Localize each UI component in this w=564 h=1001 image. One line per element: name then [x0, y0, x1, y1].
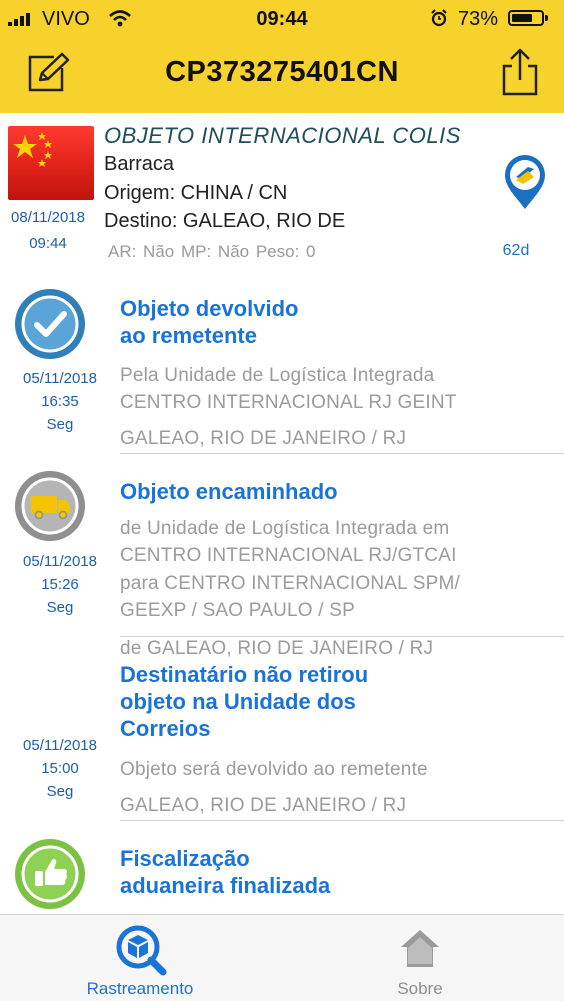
event-1-title-line2: ao remetente — [120, 323, 257, 348]
event-2-weekday: Seg — [46, 599, 74, 616]
event-2-time: 15:26 — [41, 576, 79, 593]
tab-rastreamento[interactable]: Rastreamento — [60, 915, 220, 1001]
tab-sobre[interactable]: Sobre — [340, 915, 500, 1001]
event-2-location: de GALEAO, RIO DE JANEIRO / RJ — [120, 638, 434, 659]
shipment-date: 08/11/2018 — [11, 209, 85, 226]
check-circle-icon — [15, 289, 85, 359]
event-4-title-line2: aduaneira finalizada — [120, 873, 331, 898]
event-3-time: 15:00 — [41, 760, 79, 777]
destination-label: Destino: GALEAO, RIO DE — [104, 210, 346, 232]
event-1-title-line1: Objeto devolvido — [120, 296, 299, 321]
event-3-detail: Objeto será devolvido ao remetente — [120, 759, 428, 780]
event-2-detail: de Unidade de Logística Integrada em — [120, 518, 450, 539]
event-3-location: GALEAO, RIO DE JANEIRO / RJ — [120, 795, 407, 816]
alarm-icon — [431, 9, 447, 27]
event-2-title: Objeto encaminhado — [120, 479, 338, 504]
event-1-detail: CENTRO INTERNACIONAL RJ GEINT — [120, 392, 457, 413]
shipment-time: 09:44 — [29, 235, 67, 252]
battery-icon — [508, 10, 544, 26]
shipment-details: AR: Não MP: Não Peso: 0 — [108, 242, 316, 261]
event-3-title-line3: Correios — [120, 716, 211, 741]
tab-bar: Rastreamento Sobre — [0, 914, 564, 1001]
header: VIVO 09:44 73% CP373275401CN — [0, 0, 564, 113]
tab-rastreamento-label: Rastreamento — [86, 979, 194, 998]
event-2-date: 05/11/2018 — [23, 553, 97, 570]
age-badge: 62d — [502, 242, 530, 259]
divider — [120, 453, 564, 454]
event-1-date: 05/11/2018 — [23, 370, 97, 387]
origin-label: Origem: CHINA / CN — [104, 182, 288, 204]
truck-icon — [15, 471, 85, 541]
divider — [120, 820, 564, 821]
map-pin-icon[interactable] — [502, 153, 548, 211]
event-2-detail: para CENTRO INTERNACIONAL SPM/ — [120, 573, 460, 594]
event-4-title-line1: Fiscalização — [120, 846, 250, 871]
house-icon — [401, 930, 439, 967]
tracking-code-title: CP373275401CN — [165, 56, 399, 88]
share-icon[interactable] — [500, 48, 540, 98]
event-3-date: 05/11/2018 — [23, 737, 97, 754]
thumbs-up-icon — [15, 839, 85, 909]
event-1-detail: Pela Unidade de Logística Integrada — [120, 365, 435, 386]
event-2-detail: GEEXP / SAO PAULO / SP — [120, 600, 355, 621]
tab-sobre-label: Sobre — [397, 979, 443, 998]
battery-percent: 73% — [458, 8, 499, 30]
event-1-weekday: Seg — [46, 416, 74, 433]
event-3-weekday: Seg — [46, 783, 74, 800]
object-type-label: OBJETO INTERNACIONAL COLIS — [104, 123, 461, 148]
china-flag — [8, 126, 94, 200]
package-search-icon — [116, 925, 167, 976]
event-2-detail: CENTRO INTERNACIONAL RJ/GTCAI — [120, 545, 457, 566]
event-3-title-line2: objeto na Unidade dos — [120, 689, 356, 714]
event-1-location: GALEAO, RIO DE JANEIRO / RJ — [120, 428, 407, 449]
event-1-time: 16:35 — [41, 393, 79, 410]
status-bar: VIVO 09:44 73% — [0, 0, 564, 36]
event-3-title-line1: Destinatário não retirou — [120, 662, 369, 687]
object-description: Barraca — [104, 153, 175, 175]
